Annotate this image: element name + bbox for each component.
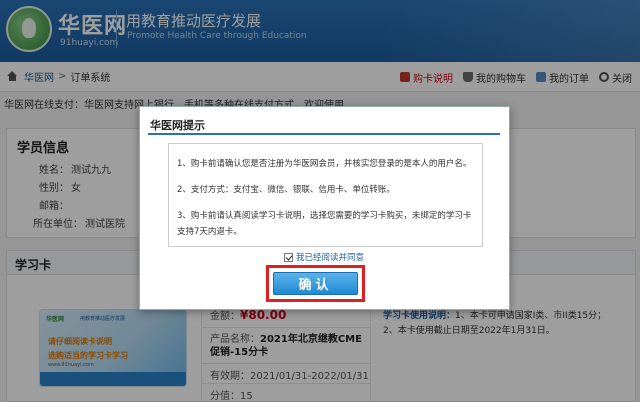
term-2: 2、支付方式：支付宝、微信、银联、信用卡、单位转账。 xyxy=(177,185,395,195)
confirm-highlight: 确认 xyxy=(266,265,365,302)
agree-label[interactable]: 我已经阅读并同意 xyxy=(296,251,364,263)
agree-checkbox[interactable] xyxy=(284,252,293,262)
term-1: 1、购卡前请确认您是否注册为华医网会员，并核实您登录的是本人的用户名。 xyxy=(177,159,472,169)
dialog-title: 华医网提示 xyxy=(150,119,205,132)
term-3b: 支持7天内退卡。 xyxy=(177,227,242,237)
terms-box: 1、购卡前请确认您是否注册为华医网会员，并核实您登录的是本人的用户名。 2、支付… xyxy=(168,143,483,247)
dialog-title-rule xyxy=(148,133,500,135)
confirm-button[interactable]: 确认 xyxy=(273,272,358,295)
notice-dialog: 华医网提示 1、购卡前请确认您是否注册为华医网会员，并核实您登录的是本人的用户名… xyxy=(139,106,510,310)
agree-row[interactable]: 我已经阅读并同意 xyxy=(284,251,364,263)
term-3a: 3、购卡前请认真阅读学习卡说明，选择您需要的学习卡购买，未绑定的学习卡 xyxy=(177,211,472,221)
